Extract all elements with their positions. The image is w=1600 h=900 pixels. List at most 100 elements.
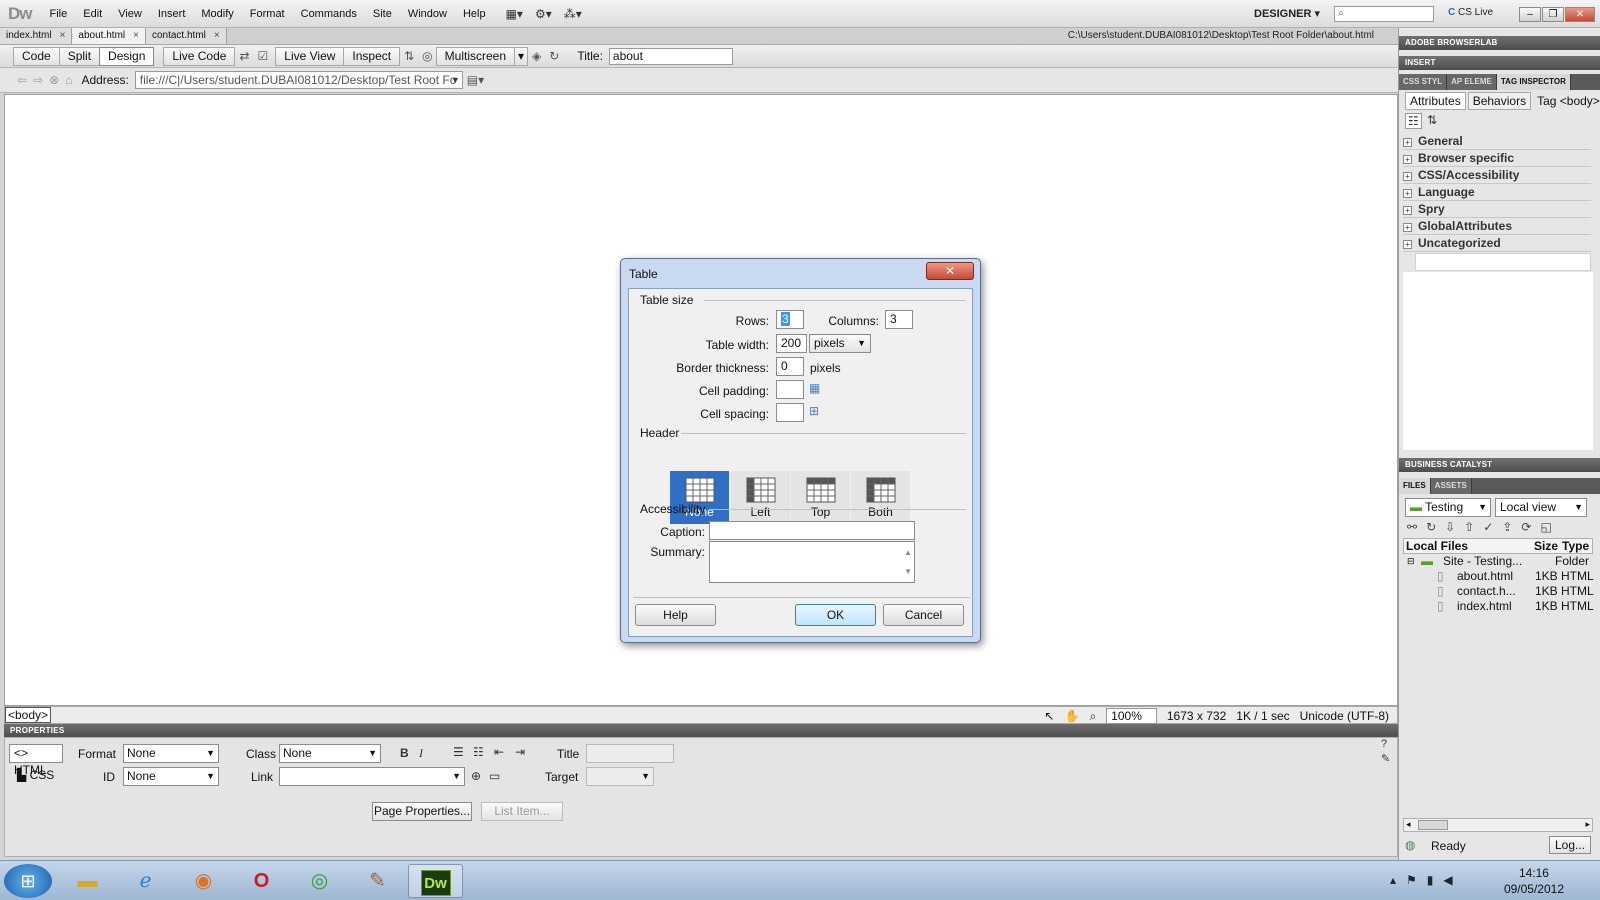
summary-textarea[interactable]: ▲ ▼	[709, 541, 915, 583]
site-select[interactable]: ▬ Testing ▼	[1405, 498, 1491, 517]
live-code-button[interactable]: Live Code	[163, 46, 236, 66]
category-css-accessibility[interactable]: + CSS/Accessibility	[1403, 167, 1591, 184]
ok-button[interactable]: OK	[795, 604, 876, 626]
browserlab-panel-header[interactable]: ADOBE BROWSERLAB	[1399, 36, 1600, 50]
site-icon[interactable]: ⁂▾	[564, 7, 582, 21]
tab-ap-elements[interactable]: AP ELEME	[1447, 74, 1497, 90]
back-icon[interactable]: ⇦	[17, 73, 27, 87]
code-view-button[interactable]: Code	[13, 46, 60, 66]
tab-index-html[interactable]: index.html ×	[0, 28, 73, 44]
menu-commands[interactable]: Commands	[293, 8, 365, 20]
quick-tag-editor-icon[interactable]: ✎	[1381, 752, 1390, 765]
header-option-both[interactable]: Both	[851, 471, 910, 524]
insert-panel-header[interactable]: INSERT	[1399, 56, 1600, 70]
view-select[interactable]: Local view ▼	[1495, 498, 1587, 517]
multiscreen-dropdown[interactable]: ▾	[514, 46, 529, 66]
log-button[interactable]: Log...	[1549, 836, 1591, 854]
menu-modify[interactable]: Modify	[193, 8, 241, 20]
target-select[interactable]: ▼	[586, 767, 654, 786]
check-page-icon[interactable]: ☑	[258, 49, 269, 63]
properties-header[interactable]: PROPERTIES	[4, 724, 1398, 737]
header-option-left[interactable]: Left	[731, 471, 790, 524]
hand-tool-icon[interactable]: ✋	[1064, 709, 1079, 723]
help-search-input[interactable]: ⌕	[1334, 6, 1434, 22]
scroll-up-icon[interactable]: ▲	[904, 544, 912, 561]
menu-edit[interactable]: Edit	[75, 8, 110, 20]
address-input[interactable]: file:///C|/Users/student.DUBAI081012/Des…	[134, 71, 463, 89]
menu-insert[interactable]: Insert	[150, 8, 194, 20]
browse-options-icon[interactable]: ▤▾	[467, 73, 484, 87]
home-icon[interactable]: ⌂	[65, 73, 72, 87]
col-local-files[interactable]: Local Files	[1406, 539, 1468, 553]
connect-icon[interactable]: ⚯	[1407, 520, 1417, 534]
browse-folder-icon[interactable]: ▭	[489, 769, 500, 783]
extend-icon[interactable]: ⚙▾	[535, 7, 552, 21]
tab-about-html[interactable]: about.html ×	[72, 28, 146, 44]
cancel-button[interactable]: Cancel	[883, 604, 964, 626]
category-uncategorized[interactable]: + Uncategorized	[1403, 235, 1591, 252]
select-tool-icon[interactable]: ↖	[1044, 709, 1054, 723]
chevron-down-icon[interactable]: ▼	[451, 72, 460, 88]
browser-compat-icon[interactable]: ⇄	[239, 49, 249, 63]
col-size[interactable]: Size	[1534, 539, 1558, 553]
html-mode-button[interactable]: <> HTML	[9, 744, 63, 777]
menu-file[interactable]: File	[42, 8, 76, 20]
minimize-button[interactable]: –	[1519, 7, 1541, 22]
page-properties-button[interactable]: Page Properties...	[372, 802, 472, 821]
expand-panel-icon[interactable]: ◱	[1540, 520, 1551, 534]
stop-icon[interactable]: ⊗	[49, 73, 59, 87]
close-tab-icon[interactable]: ×	[214, 30, 220, 41]
menu-format[interactable]: Format	[242, 8, 293, 20]
format-select[interactable]: None ▼	[123, 744, 219, 763]
menu-window[interactable]: Window	[400, 8, 455, 20]
internet-explorer-icon[interactable]: ℯ	[118, 864, 173, 898]
file-row-about[interactable]: ▯ about.html 1KB HTML	[1403, 569, 1594, 584]
scroll-thumb[interactable]	[1418, 820, 1448, 830]
zoom-tool-icon[interactable]: ⌕	[1089, 709, 1096, 724]
menu-view[interactable]: View	[110, 8, 150, 20]
category-view-icon[interactable]: ☷	[1405, 113, 1422, 129]
visual-aids-icon[interactable]: ◈	[532, 49, 541, 63]
italic-button[interactable]: I	[419, 746, 423, 761]
sync-icon[interactable]: ⟳	[1521, 520, 1531, 534]
design-view-button[interactable]: Design	[99, 46, 155, 66]
indent-icon[interactable]: ⇥	[515, 745, 525, 759]
link-input[interactable]: ▼	[279, 767, 465, 786]
get-files-icon[interactable]: ⇩	[1445, 520, 1455, 534]
opera-icon[interactable]: O	[234, 864, 289, 898]
tag-selector-body[interactable]: <body>	[5, 707, 52, 723]
chrome-icon[interactable]: ◎	[292, 864, 347, 898]
tab-attributes[interactable]: Attributes	[1405, 92, 1466, 110]
file-row-contact[interactable]: ▯ contact.h... 1KB HTML	[1403, 584, 1594, 599]
tab-assets[interactable]: ASSETS	[1430, 478, 1472, 494]
menu-site[interactable]: Site	[365, 8, 400, 20]
cell-padding-input[interactable]	[776, 380, 804, 399]
paint-icon[interactable]: ✎	[350, 864, 405, 898]
inspect-button[interactable]: Inspect	[343, 46, 401, 66]
cell-spacing-input[interactable]	[776, 403, 804, 422]
refresh-icon[interactable]: ↻	[549, 49, 559, 63]
volume-icon[interactable]: ◀	[1443, 873, 1462, 887]
system-clock[interactable]: 14:16 09/05/2012	[1504, 865, 1564, 897]
help-button[interactable]: Help	[635, 604, 716, 626]
business-catalyst-header[interactable]: BUSINESS CATALYST	[1399, 458, 1600, 472]
sort-az-icon[interactable]: ⇅	[1427, 113, 1437, 127]
start-button[interactable]: ⊞	[4, 864, 52, 898]
id-select[interactable]: None ▼	[123, 767, 219, 786]
network-icon[interactable]: ▮	[1427, 873, 1444, 887]
list-item-button[interactable]: List Item...	[481, 802, 563, 821]
table-width-input[interactable]: 200	[776, 334, 807, 353]
outdent-icon[interactable]: ⇤	[494, 745, 504, 759]
site-row[interactable]: ⊟ ▬ Site - Testing... Folder	[1403, 554, 1593, 569]
tab-css-styles[interactable]: CSS STYL	[1399, 74, 1448, 90]
class-select[interactable]: None ▼	[279, 744, 381, 763]
scroll-right-icon[interactable]: ▸	[1585, 819, 1590, 830]
columns-input[interactable]: 3	[885, 310, 913, 329]
file-management-icon[interactable]: ⇅	[404, 49, 414, 63]
category-browser-specific[interactable]: + Browser specific	[1403, 150, 1591, 167]
preview-browser-icon[interactable]: ◎	[422, 49, 432, 63]
window-size[interactable]: 1673 x 732	[1167, 709, 1226, 723]
forward-icon[interactable]: ⇨	[33, 73, 43, 87]
tab-files[interactable]: FILES	[1399, 478, 1431, 494]
border-thickness-input[interactable]: 0	[776, 357, 804, 376]
